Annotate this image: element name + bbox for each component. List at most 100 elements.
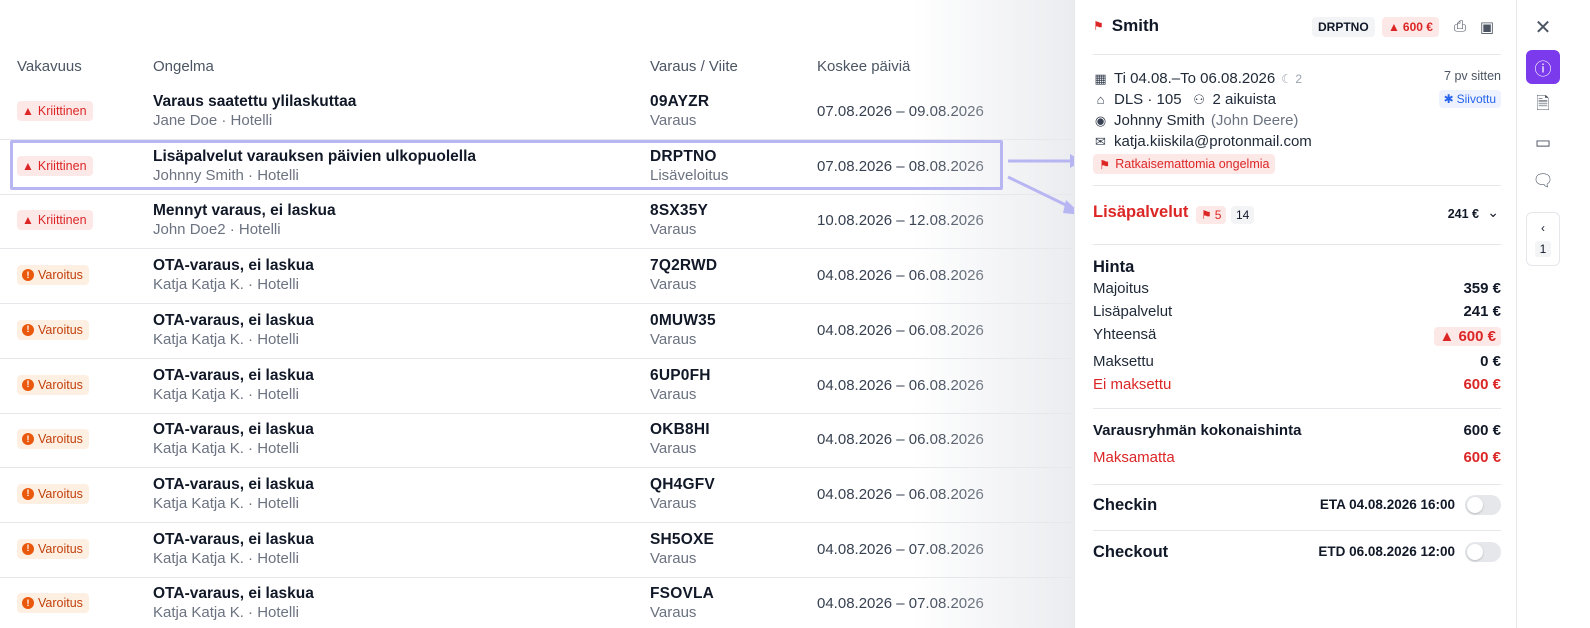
table-row[interactable]: ▲ Kriittinen Varaus saatettu ylilaskuttaa J… — [0, 85, 1090, 140]
checkin-toggle[interactable] — [1465, 495, 1501, 515]
severity-badge: ! Varoitus — [17, 319, 89, 340]
reference-code[interactable]: OKB8HI — [650, 421, 710, 439]
reference-code[interactable]: 6UP0FH — [650, 367, 711, 385]
reference-cell: 0MUW35 Varaus — [650, 312, 716, 348]
alert-circle-icon: ! — [22, 323, 34, 336]
reference-type: Varaus — [650, 385, 697, 403]
card-icon[interactable]: ▭ — [1526, 126, 1560, 160]
group-total-row: Varausryhmän kokonaishinta 600 € — [1093, 422, 1501, 439]
reference-code[interactable]: SH5OXE — [650, 531, 714, 549]
extras-section-toggle[interactable]: Lisäpalvelut ⚑ 5 14 241 € ⌄ — [1093, 203, 1501, 227]
reference-cell: 6UP0FH Varaus — [650, 367, 711, 403]
alert-circle-icon: ! — [22, 269, 34, 282]
clipboard-icon[interactable]: ▣ — [1478, 18, 1496, 36]
header-reference[interactable]: Varaus / Viite — [650, 58, 738, 75]
problem-cell: OTA-varaus, ei laskua Katja Katja K. · Ho… — [153, 421, 314, 457]
issues-table: Vakavuus Ongelma Varaus / Viite Koskee p… — [0, 0, 1090, 628]
problem-title: OTA-varaus, ei laskua — [153, 585, 314, 603]
flag-icon: ⚑ — [1201, 208, 1212, 222]
chevron-left-icon[interactable]: ‹ — [1541, 221, 1545, 235]
invoice-icon[interactable]: 🗎 — [1526, 88, 1560, 122]
warning-icon: ▲ — [1439, 328, 1459, 345]
reference-type: Varaus — [650, 604, 697, 622]
checkin-eta: ETA 04.08.2026 16:00 — [1319, 497, 1455, 512]
reservation-detail-panel: ⚑ Smith DRPTNO ▲ 600 € ⎙ ▣ ▦ Ti 04.08.–T… — [1074, 0, 1516, 628]
header-severity[interactable]: Vakavuus — [17, 58, 82, 75]
nights-count: ☾ 2 — [1281, 71, 1303, 86]
checkout-etd: ETD 06.08.2026 12:00 — [1318, 544, 1455, 559]
problem-title: OTA-varaus, ei laskua — [153, 257, 314, 275]
reference-code[interactable]: 8SX35Y — [650, 202, 708, 220]
affected-dates: 04.08.2026 – 06.08.2026 — [817, 431, 984, 449]
problem-subtitle: Jane Doe · Hotelli — [153, 112, 273, 129]
guest-title: ⚑ Smith — [1093, 16, 1159, 36]
checkin-row: Checkin ETA 04.08.2026 16:00 — [1093, 494, 1501, 520]
warning-icon: ▲ — [22, 104, 34, 118]
checkin-label: Checkin — [1093, 496, 1158, 514]
problem-cell: OTA-varaus, ei laskua Katja Katja K. · Ho… — [153, 585, 314, 621]
table-header: Vakavuus Ongelma Varaus / Viite Koskee p… — [0, 58, 1090, 80]
collapse-pager[interactable]: ‹ 1 — [1526, 212, 1560, 266]
severity-badge: ▲ Kriittinen — [17, 101, 93, 121]
dates-line: ▦ Ti 04.08.–To 06.08.2026 ☾ 2 — [1094, 70, 1303, 87]
sparkle-icon: ✱ — [1443, 92, 1454, 106]
problem-cell: Varaus saatettu ylilaskuttaa Jane Doe · H… — [153, 93, 356, 129]
severity-badge: ! Varoitus — [17, 265, 89, 286]
table-row[interactable]: ! Varoitus OTA-varaus, ei laskua Katja Katj… — [0, 468, 1090, 523]
print-icon[interactable]: ⎙ — [1451, 18, 1469, 36]
problem-cell: OTA-varaus, ei laskua Katja Katja K. · Ho… — [153, 257, 314, 293]
user-icon: ◉ — [1094, 112, 1107, 128]
problem-subtitle: John Doe2 · Hotelli — [153, 221, 281, 239]
reference-type: Varaus — [650, 549, 697, 567]
created-ago: 7 pv sitten — [1444, 69, 1501, 83]
header-problem[interactable]: Ongelma — [153, 58, 214, 75]
table-row[interactable]: ! Varoitus OTA-varaus, ei laskua Katja Katj… — [0, 577, 1090, 628]
reservation-ref-chip[interactable]: DRPTNO — [1312, 17, 1375, 37]
problem-subtitle: Katja Katja K. · Hotelli — [153, 385, 299, 403]
unresolved-problems-chip[interactable]: ⚑ Ratkaisemattomia ongelmia — [1093, 154, 1276, 174]
info-icon[interactable]: ⓘ — [1526, 50, 1560, 84]
reference-type: Varaus — [650, 494, 697, 512]
chevron-down-icon[interactable]: ⌄ — [1487, 204, 1499, 221]
side-rail: ✕ ⓘ 🗎 ▭ 🗨 ‹ 1 — [1516, 0, 1590, 628]
problem-cell: OTA-varaus, ei laskua Katja Katja K. · Ho… — [153, 367, 314, 403]
reference-type: Varaus — [650, 440, 697, 458]
reference-code[interactable]: 7Q2RWD — [650, 257, 717, 275]
reference-code[interactable]: 09AYZR — [650, 93, 709, 111]
divider — [1093, 54, 1501, 55]
reference-code[interactable]: 0MUW35 — [650, 312, 716, 330]
problem-title: OTA-varaus, ei laskua — [153, 421, 314, 439]
table-row[interactable]: ! Varoitus OTA-varaus, ei laskua Katja Katj… — [0, 304, 1090, 359]
table-row[interactable]: ▲ Kriittinen Mennyt varaus, ei laskua John … — [0, 194, 1090, 250]
problem-subtitle: Katja Katja K. · Hotelli — [153, 549, 299, 567]
table-row[interactable]: ! Varoitus OTA-varaus, ei laskua Katja Katj… — [0, 413, 1090, 469]
affected-dates: 04.08.2026 – 06.08.2026 — [817, 485, 984, 503]
problem-title: Varaus saatettu ylilaskuttaa — [153, 93, 357, 110]
problem-title: OTA-varaus, ei laskua — [153, 311, 314, 329]
alert-circle-icon: ! — [22, 433, 34, 446]
reference-code[interactable]: QH4GFV — [650, 476, 715, 494]
email-line: ✉ katja.kiiskila@protonmail.com — [1093, 131, 1501, 152]
reference-type: Varaus — [650, 221, 697, 239]
divider — [1093, 185, 1501, 186]
checkout-row: Checkout ETD 06.08.2026 12:00 — [1093, 541, 1501, 567]
reference-code[interactable]: FSOVLA — [650, 585, 714, 603]
severity-badge: ! Varoitus — [17, 374, 89, 395]
chat-icon[interactable]: 🗨 — [1526, 164, 1560, 198]
price-row-extras: Lisäpalvelut 241 € — [1093, 303, 1501, 320]
page-number: 1 — [1534, 241, 1552, 257]
price-row-paid: Maksettu 0 € — [1093, 353, 1501, 370]
problem-title: Mennyt varaus, ei laskua — [153, 202, 336, 220]
problem-title: OTA-varaus, ei laskua — [153, 366, 314, 384]
calendar-icon: ▦ — [1094, 70, 1107, 86]
table-row[interactable]: ! Varoitus OTA-varaus, ei laskua Katja Katj… — [0, 523, 1090, 578]
warning-icon: ▲ — [1388, 20, 1400, 34]
close-icon[interactable]: ✕ — [1526, 10, 1560, 44]
table-row[interactable]: ! Varoitus OTA-varaus, ei laskua Katja Katj… — [0, 249, 1090, 305]
reference-type: Varaus — [650, 276, 697, 294]
severity-badge: ▲ Kriittinen — [17, 210, 93, 231]
checkout-toggle[interactable] — [1465, 542, 1501, 562]
header-dates[interactable]: Koskee päiviä — [817, 58, 910, 75]
reference-cell: 8SX35Y Varaus — [650, 202, 708, 238]
table-row[interactable]: ! Varoitus OTA-varaus, ei laskua Katja Katj… — [0, 359, 1090, 414]
